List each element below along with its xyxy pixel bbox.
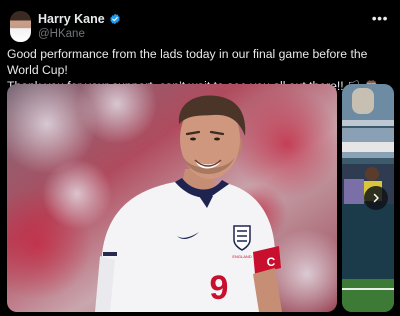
author-handle[interactable]: @HKane <box>38 28 85 40</box>
chevron-right-icon[interactable] <box>364 186 388 210</box>
shirt-number: 9 <box>210 269 229 307</box>
verified-badge-icon <box>110 13 120 25</box>
tweet-header: Harry Kane @HKane ••• <box>10 8 392 44</box>
armband-letter: C <box>267 255 276 269</box>
author-name-row: Harry Kane <box>38 12 121 26</box>
author-name[interactable]: Harry Kane <box>38 12 105 26</box>
badge-text: ENGLAND <box>232 254 251 259</box>
media-photo-main[interactable]: ENGLAND 9 C <box>7 84 337 312</box>
tweet-text-line-1: Good performance from the lads today in … <box>7 47 368 77</box>
avatar[interactable] <box>10 11 31 42</box>
more-horizontal-icon[interactable]: ••• <box>372 10 388 26</box>
player-photo: ENGLAND 9 C <box>7 84 337 312</box>
next-media-arrow <box>373 193 379 203</box>
